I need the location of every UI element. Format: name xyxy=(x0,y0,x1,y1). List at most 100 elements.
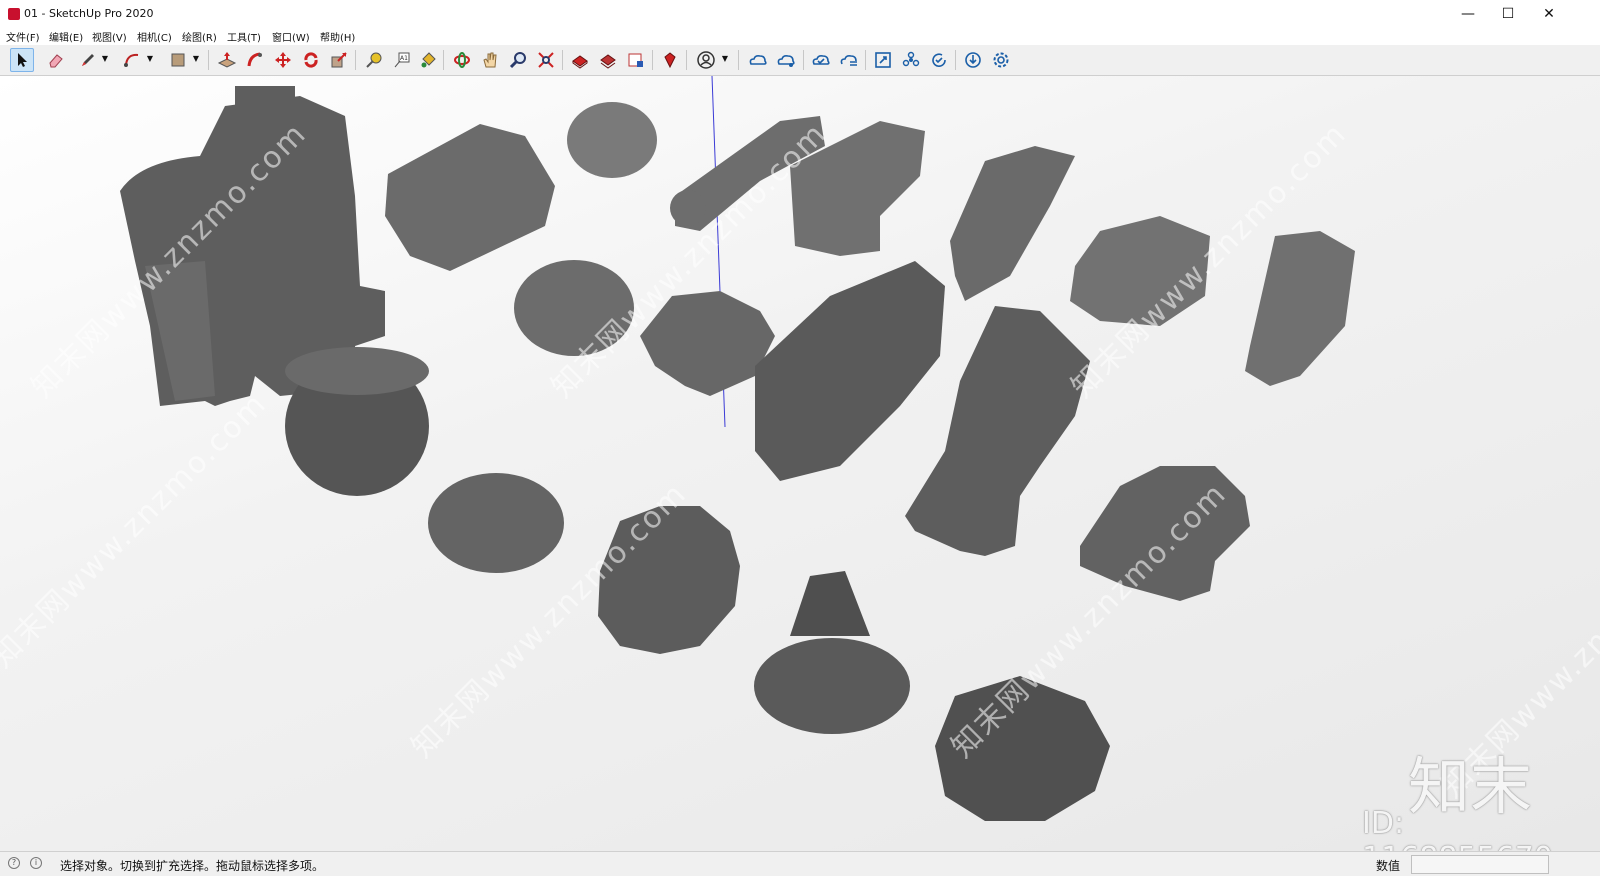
magnifier-icon xyxy=(509,52,526,69)
pencil-icon xyxy=(82,54,94,66)
fit-view-button[interactable] xyxy=(871,48,895,72)
status-message: 选择对象。切换到扩充选择。拖动鼠标选择多项。 xyxy=(60,859,325,873)
rotate-icon xyxy=(304,52,318,68)
push-pull-tool-button[interactable] xyxy=(215,48,239,72)
arc-tool-button[interactable] xyxy=(120,48,144,72)
menu-bar: 文件(F) 编辑(E) 视图(V) 相机(C) 绘图(R) 工具(T) 窗口(W… xyxy=(0,28,1600,44)
measurements-input[interactable] xyxy=(1411,855,1549,874)
trimble-sync-button[interactable] xyxy=(809,48,833,72)
layout-icon xyxy=(628,53,643,67)
trimble-list-button[interactable] xyxy=(837,48,861,72)
components-icon xyxy=(902,51,920,67)
trimble-connect-button[interactable] xyxy=(746,48,770,72)
download-icon xyxy=(965,52,981,68)
rectangle-tool-button[interactable] xyxy=(166,48,190,72)
menu-camera[interactable]: 相机(C) xyxy=(137,29,172,44)
scale-icon xyxy=(331,52,347,68)
menu-help[interactable]: 帮助(H) xyxy=(320,29,355,44)
info-icon[interactable]: i xyxy=(30,857,42,869)
toolbar-separator xyxy=(955,50,956,70)
follow-me-icon xyxy=(247,52,262,67)
status-bar: ? i 选择对象。切换到扩充选择。拖动鼠标选择多项。 数值 xyxy=(0,851,1600,876)
toolbar-separator xyxy=(208,50,209,70)
round-puck-model xyxy=(567,102,657,178)
toolbar-separator xyxy=(652,50,653,70)
close-button[interactable]: ✕ xyxy=(1530,0,1568,28)
extension-warehouse-button[interactable] xyxy=(596,48,620,72)
eraser-icon xyxy=(49,54,63,68)
title-bar: 01 - SketchUp Pro 2020 — ☐ ✕ xyxy=(0,0,1600,28)
push-pull-icon xyxy=(217,52,237,68)
main-toolbar: ▼ ▼ ▼ A1 ▼ xyxy=(0,45,1600,76)
orbit-tool-button[interactable] xyxy=(450,48,474,72)
model-viewport[interactable]: 知末网www.znzmo.com 知末网www.znzmo.com 知末网www… xyxy=(0,76,1600,851)
disc-plate-model xyxy=(428,473,564,573)
cloud-icon xyxy=(749,55,767,65)
geolocation-icon[interactable]: ? xyxy=(8,857,20,869)
account-dropdown-arrow[interactable]: ▼ xyxy=(721,54,729,66)
cloud-sync-icon xyxy=(812,55,830,65)
window-title: 01 - SketchUp Pro 2020 xyxy=(24,7,154,20)
select-tool-button[interactable] xyxy=(10,48,34,72)
menu-draw[interactable]: 绘图(R) xyxy=(182,29,217,44)
rectangle-dropdown-arrow[interactable]: ▼ xyxy=(192,54,200,66)
follow-me-tool-button[interactable] xyxy=(243,48,267,72)
turntable-model xyxy=(754,638,910,734)
hand-icon xyxy=(483,52,497,68)
zoom-tool-button[interactable] xyxy=(506,48,530,72)
cloud-list-icon xyxy=(840,55,857,66)
maximize-button[interactable]: ☐ xyxy=(1489,0,1527,28)
account-button[interactable] xyxy=(694,48,718,72)
user-icon xyxy=(697,51,715,69)
menu-window[interactable]: 窗口(W) xyxy=(272,29,310,44)
move-tool-button[interactable] xyxy=(271,48,295,72)
eraser-tool-button[interactable] xyxy=(44,48,68,72)
components-button[interactable] xyxy=(899,48,923,72)
menu-view[interactable]: 视图(V) xyxy=(92,29,127,44)
text-tool-button[interactable]: A1 xyxy=(390,48,414,72)
layout-send-button[interactable] xyxy=(624,48,648,72)
paint-bucket-tool-button[interactable] xyxy=(416,48,440,72)
paint-bucket-icon xyxy=(421,52,436,68)
menu-file[interactable]: 文件(F) xyxy=(6,29,40,44)
trimble-share-button[interactable] xyxy=(774,48,798,72)
extension-icon xyxy=(600,54,616,69)
move-icon xyxy=(275,52,291,68)
svg-text:A1: A1 xyxy=(400,55,408,62)
fit-view-icon xyxy=(875,52,891,68)
gearbox-model xyxy=(755,261,945,481)
3d-warehouse-button[interactable] xyxy=(568,48,592,72)
arrow-cursor-icon xyxy=(18,53,27,67)
cloud-share-icon xyxy=(777,55,795,67)
toolbar-separator xyxy=(355,50,356,70)
zoom-extents-tool-button[interactable] xyxy=(534,48,558,72)
tape-measure-tool-button[interactable] xyxy=(362,48,386,72)
pan-tool-button[interactable] xyxy=(478,48,502,72)
menu-edit[interactable]: 编辑(E) xyxy=(49,29,83,44)
menu-tools[interactable]: 工具(T) xyxy=(227,29,261,44)
arc-dropdown-arrow[interactable]: ▼ xyxy=(146,54,154,66)
toolbar-separator xyxy=(738,50,739,70)
scale-tool-button[interactable] xyxy=(327,48,351,72)
line-dropdown-arrow[interactable]: ▼ xyxy=(101,54,109,66)
line-tool-button[interactable] xyxy=(76,48,100,72)
warehouse-icon xyxy=(572,55,588,69)
minimize-button[interactable]: — xyxy=(1449,0,1487,28)
ruby-gem-icon xyxy=(664,52,676,69)
refresh-check-icon xyxy=(932,53,946,67)
extension-manager-button[interactable] xyxy=(658,48,682,72)
tape-measure-icon xyxy=(366,52,382,68)
gear-icon xyxy=(993,52,1009,68)
rectangle-icon xyxy=(171,53,185,67)
import-button[interactable] xyxy=(961,48,985,72)
zoom-extents-icon xyxy=(538,52,554,68)
toolbar-separator xyxy=(803,50,804,70)
settings-button[interactable] xyxy=(989,48,1013,72)
text-icon: A1 xyxy=(394,52,410,68)
motor-model xyxy=(385,124,555,271)
rotate-tool-button[interactable] xyxy=(299,48,323,72)
rail-gripper-model xyxy=(950,146,1075,301)
toolbar-separator xyxy=(865,50,866,70)
arc-icon xyxy=(124,53,139,67)
refresh-button[interactable] xyxy=(927,48,951,72)
